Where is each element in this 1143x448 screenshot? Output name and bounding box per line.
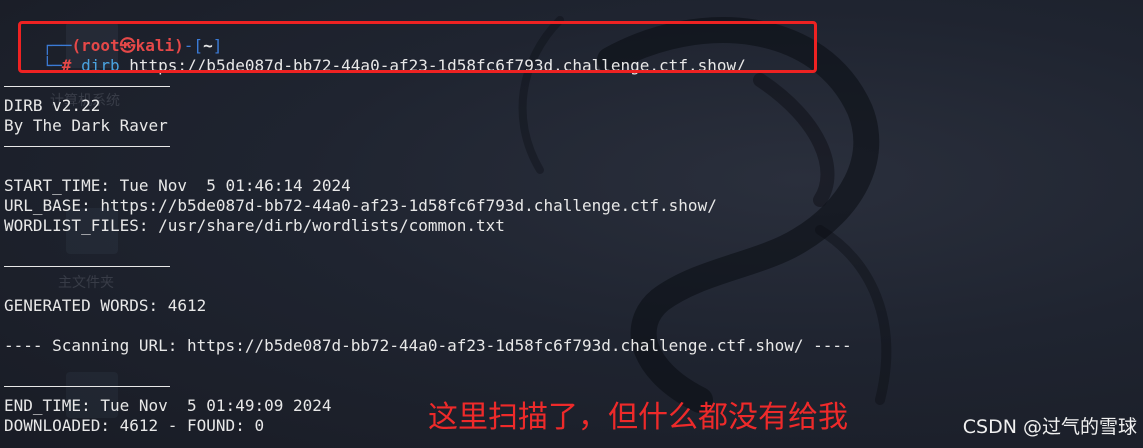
csdn-watermark: CSDN @过气的雪球 — [962, 416, 1137, 438]
banner-author: By The Dark Raver — [4, 116, 168, 135]
separator-rule — [4, 146, 170, 147]
scanning-url: ---- Scanning URL: https://b5de087d-bb72… — [4, 336, 852, 355]
separator-rule — [4, 386, 170, 387]
separator-rule — [4, 266, 170, 267]
annotation-text: 这里扫描了，但什么都没有给我 — [428, 400, 848, 435]
desktop-label-home-folder: 主文件夹 — [58, 275, 114, 291]
wordlist-files: WORDLIST_FILES: /usr/share/dirb/wordlist… — [4, 216, 505, 235]
end-time: END_TIME: Tue Nov 5 01:49:09 2024 — [4, 396, 332, 415]
terminal-window[interactable]: 计算机系统 主文件夹 ┌──(root㉿kali)-[~] └─# dirb h… — [0, 0, 1143, 448]
command-highlight-box — [18, 21, 817, 73]
start-time: START_TIME: Tue Nov 5 01:46:14 2024 — [4, 176, 351, 195]
generated-words: GENERATED WORDS: 4612 — [4, 296, 207, 315]
url-base: URL_BASE: https://b5de087d-bb72-44a0-af2… — [4, 196, 717, 215]
separator-rule — [4, 86, 170, 87]
downloaded-found: DOWNLOADED: 4612 - FOUND: 0 — [4, 416, 265, 435]
banner-version: DIRB v2.22 — [4, 96, 101, 115]
